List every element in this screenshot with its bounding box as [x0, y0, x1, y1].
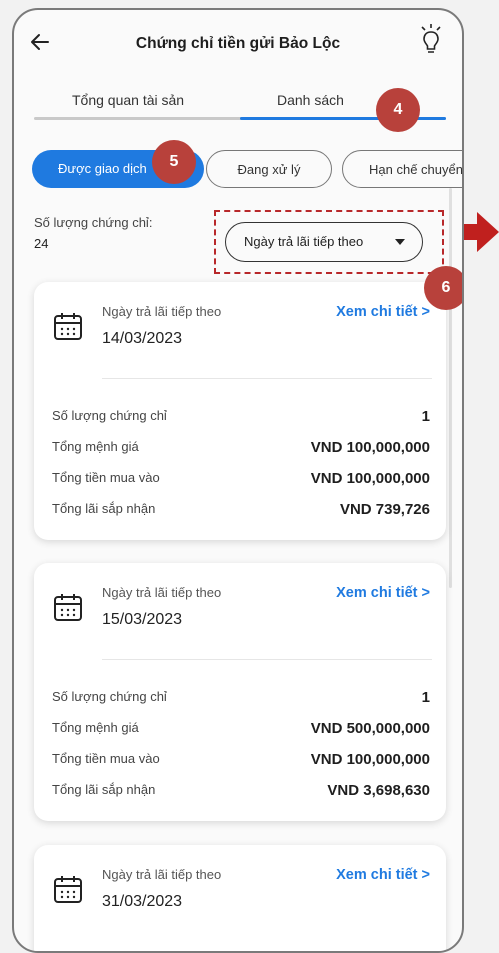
- sort-dropdown-label: Ngày trả lãi tiếp theo: [244, 234, 364, 249]
- certificate-count-value: 24: [34, 236, 49, 251]
- certificate-card[interactable]: Ngày trả lãi tiếp theo 31/03/2023 Xem ch…: [34, 845, 446, 951]
- calendar-icon: [54, 313, 82, 340]
- certificate-card[interactable]: Ngày trả lãi tiếp theo 14/03/2023 Xem ch…: [34, 282, 446, 540]
- row-value: VND 3,698,630: [327, 782, 430, 799]
- row-label: Tổng lãi sắp nhận: [52, 782, 156, 797]
- annotation-badge-4: 4: [376, 88, 420, 132]
- row-value: VND 500,000,000: [310, 720, 430, 737]
- annotation-badge-6: 6: [424, 266, 462, 310]
- row-label: Số lượng chứng chỉ: [52, 408, 167, 423]
- next-payment-label: Ngày trả lãi tiếp theo: [102, 585, 222, 600]
- sort-dropdown[interactable]: Ngày trả lãi tiếp theo: [225, 222, 423, 262]
- row-value: VND 100,000,000: [310, 751, 430, 768]
- lightbulb-icon[interactable]: [420, 24, 442, 56]
- tab-list[interactable]: Danh sách: [277, 92, 344, 108]
- row-value: 1: [421, 689, 430, 706]
- row-label: Tổng mệnh giá: [52, 720, 139, 735]
- certificate-count-label: Số lượng chứng chỉ:: [34, 215, 153, 230]
- row-label: Số lượng chứng chỉ: [52, 689, 167, 704]
- row-label: Tổng tiền mua vào: [52, 470, 160, 485]
- phone-frame: Chứng chỉ tiền gửi Bảo Lộc Tổng quan tài…: [12, 8, 464, 953]
- card-row: Tổng lãi sắp nhận VND 3,698,630: [52, 782, 430, 806]
- row-label: Tổng mệnh giá: [52, 439, 139, 454]
- card-row: Số lượng chứng chỉ 1: [52, 689, 430, 713]
- row-value: 1: [421, 408, 430, 425]
- filter-processing[interactable]: Đang xử lý: [206, 150, 332, 188]
- scrollbar[interactable]: [449, 188, 452, 588]
- view-detail-link[interactable]: Xem chi tiết >: [336, 304, 430, 320]
- app-header: Chứng chỉ tiền gửi Bảo Lộc: [14, 10, 462, 76]
- view-detail-link[interactable]: Xem chi tiết >: [336, 585, 430, 601]
- filter-restricted[interactable]: Hạn chế chuyển: [342, 150, 462, 188]
- card-row: Số lượng chứng chỉ 1: [52, 408, 430, 432]
- filter-chips: Được giao dịch Đang xử lý Hạn chế chuyển: [32, 150, 462, 190]
- page-title: Chứng chỉ tiền gửi Bảo Lộc: [135, 35, 341, 52]
- calendar-icon: [54, 876, 82, 903]
- card-row: Tổng tiền mua vào VND 100,000,000: [52, 751, 430, 775]
- next-payment-date: 15/03/2023: [102, 611, 183, 628]
- next-payment-date: 31/03/2023: [102, 893, 183, 910]
- row-value: VND 100,000,000: [310, 439, 430, 456]
- next-payment-date: 14/03/2023: [102, 330, 183, 347]
- caret-down-icon: [395, 239, 405, 245]
- tab-asset-overview[interactable]: Tổng quan tài sản: [72, 92, 184, 108]
- card-row: Tổng lãi sắp nhận VND 739,726: [52, 501, 430, 525]
- row-value: VND 100,000,000: [310, 470, 430, 487]
- card-row: Tổng mệnh giá VND 100,000,000: [52, 439, 430, 463]
- card-row: Tổng mệnh giá VND 500,000,000: [52, 720, 430, 744]
- row-label: Tổng tiền mua vào: [52, 751, 160, 766]
- calendar-icon: [54, 594, 82, 621]
- row-value: VND 739,726: [339, 501, 430, 518]
- certificate-card[interactable]: Ngày trả lãi tiếp theo 15/03/2023 Xem ch…: [34, 563, 446, 821]
- row-label: Tổng lãi sắp nhận: [52, 501, 156, 516]
- next-payment-label: Ngày trả lãi tiếp theo: [102, 304, 222, 319]
- card-divider: [102, 659, 432, 660]
- annotation-badge-5: 5: [152, 140, 196, 184]
- card-row: Tổng tiền mua vào VND 100,000,000: [52, 470, 430, 494]
- card-divider: [102, 378, 432, 379]
- next-payment-label: Ngày trả lãi tiếp theo: [102, 867, 222, 882]
- view-detail-link[interactable]: Xem chi tiết >: [336, 867, 430, 883]
